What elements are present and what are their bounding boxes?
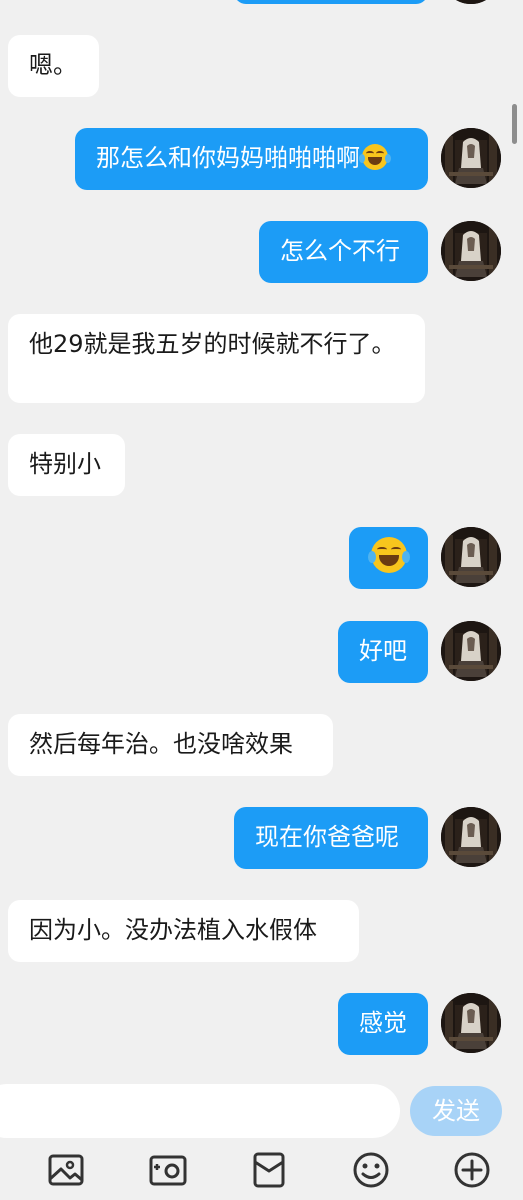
message-text: 好吧 — [359, 637, 407, 665]
message-bubble[interactable]: 因为小。没办法植入水假体 — [8, 900, 359, 962]
message-text: 怎么个不行 — [280, 237, 400, 265]
message-bubble[interactable]: 然后每年治。也没啥效果 — [8, 714, 333, 776]
message-bubble[interactable]: 他29就是我五岁的时候就不行了。 — [8, 314, 425, 403]
input-bar: 发送 — [0, 1072, 523, 1142]
smiley-icon[interactable] — [351, 1150, 391, 1190]
bottom-toolbar — [0, 1142, 523, 1200]
tears-of-joy-emoji — [368, 537, 410, 573]
message-text: 现在你爸爸呢 — [255, 823, 399, 851]
avatar[interactable] — [441, 0, 501, 4]
message-input[interactable] — [0, 1084, 400, 1138]
message-text: 感觉 — [359, 1009, 407, 1037]
avatar[interactable] — [441, 807, 501, 867]
camera-icon[interactable] — [148, 1150, 188, 1190]
avatar[interactable] — [441, 128, 501, 188]
avatar[interactable] — [441, 527, 501, 587]
message-text: 特别小 — [29, 450, 101, 478]
message-bubble[interactable]: 现在你爸爸呢 — [234, 807, 428, 869]
send-button[interactable]: 发送 — [410, 1086, 502, 1136]
message-text: 他29就是我五岁的时候就不行了。 — [29, 330, 396, 358]
message-bubble[interactable]: 好吧 — [338, 621, 428, 683]
red-packet-icon[interactable] — [249, 1150, 289, 1190]
message-bubble[interactable]: 怎么个不行 — [259, 221, 428, 283]
plus-icon[interactable] — [452, 1150, 492, 1190]
message-bubble[interactable]: 嗯。 — [8, 35, 99, 97]
message-bubble[interactable]: 那怎么和你妈妈啪啪啪啊 — [75, 128, 428, 190]
message-text: 嗯。 — [29, 51, 77, 79]
avatar[interactable] — [441, 993, 501, 1053]
chat-area[interactable]: 嗯。 那怎么和你妈妈啪啪啪啊 怎么个不行 他29就是我五岁的时候就不行了。 特别… — [0, 0, 523, 1072]
message-bubble[interactable] — [234, 0, 428, 4]
message-bubble[interactable] — [349, 527, 428, 589]
message-bubble[interactable]: 感觉 — [338, 993, 428, 1055]
avatar[interactable] — [441, 221, 501, 281]
message-text: 因为小。没办法植入水假体 — [29, 916, 317, 944]
image-icon[interactable] — [46, 1150, 86, 1190]
message-bubble[interactable]: 特别小 — [8, 434, 125, 496]
message-text: 那怎么和你妈妈啪啪啪啊 — [96, 144, 360, 172]
scrollbar[interactable] — [512, 104, 517, 144]
message-text: 然后每年治。也没啥效果 — [29, 730, 293, 758]
tears-of-joy-emoji — [359, 144, 391, 170]
avatar[interactable] — [441, 621, 501, 681]
